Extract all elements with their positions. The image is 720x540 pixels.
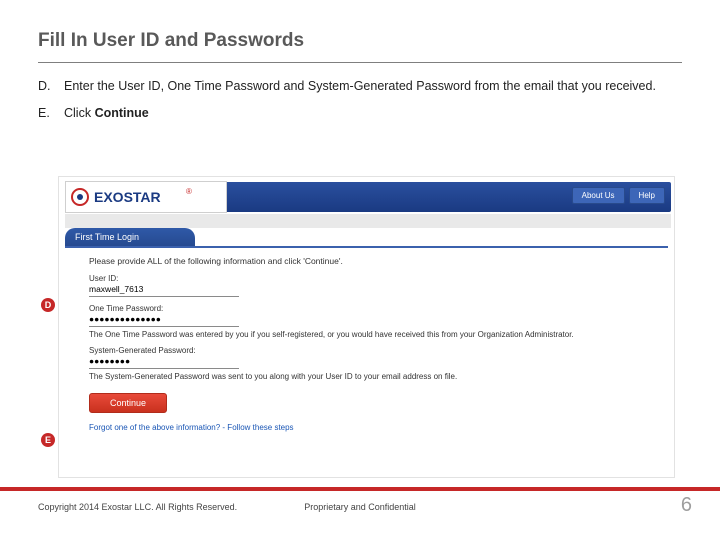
callout-e-marker: E (41, 433, 55, 447)
slide-title: Fill In User ID and Passwords (38, 30, 304, 52)
step-e-text: Click Continue (64, 105, 682, 122)
step-e-prefix: Click (64, 106, 95, 120)
about-us-link[interactable]: About Us (572, 187, 625, 204)
svg-text:®: ® (186, 187, 192, 196)
otp-input[interactable]: ●●●●●●●●●●●●●● (89, 314, 239, 327)
otp-label: One Time Password: (89, 304, 654, 313)
forgot-link[interactable]: Forgot one of the above information? - F… (89, 423, 654, 432)
embedded-screenshot: About Us Help EXOSTAR ® First Time Login… (58, 176, 675, 478)
otp-hint: The One Time Password was entered by you… (89, 330, 654, 339)
form-intro-text: Please provide ALL of the following info… (89, 257, 654, 267)
exostar-logo: EXOSTAR ® (65, 181, 227, 213)
syspass-hint: The System-Generated Password was sent t… (89, 372, 654, 381)
sub-header-bar (65, 214, 671, 228)
userid-label: User ID: (89, 274, 654, 283)
login-form: Please provide ALL of the following info… (89, 257, 654, 433)
userid-input[interactable]: maxwell_7613 (89, 284, 239, 297)
step-d-row: D. Enter the User ID, One Time Password … (38, 78, 682, 95)
syspass-input[interactable]: ●●●●●●●● (89, 356, 239, 369)
step-d-letter: D. (38, 78, 64, 95)
footer-divider (0, 487, 720, 491)
svg-text:EXOSTAR: EXOSTAR (94, 189, 161, 205)
step-e-letter: E. (38, 105, 64, 122)
continue-button[interactable]: Continue (89, 393, 167, 413)
tab-divider (65, 246, 668, 248)
instruction-list: D. Enter the User ID, One Time Password … (38, 78, 682, 132)
first-time-login-tab[interactable]: First Time Login (65, 228, 195, 246)
syspass-label: System-Generated Password: (89, 346, 654, 355)
page-number: 6 (681, 494, 692, 517)
footer-confidential: Proprietary and Confidential (0, 502, 720, 512)
step-e-bold: Continue (95, 106, 149, 120)
help-link[interactable]: Help (629, 187, 665, 204)
title-divider (38, 62, 682, 63)
step-e-row: E. Click Continue (38, 105, 682, 122)
step-d-text: Enter the User ID, One Time Password and… (64, 78, 682, 95)
callout-d-marker: D (41, 298, 55, 312)
